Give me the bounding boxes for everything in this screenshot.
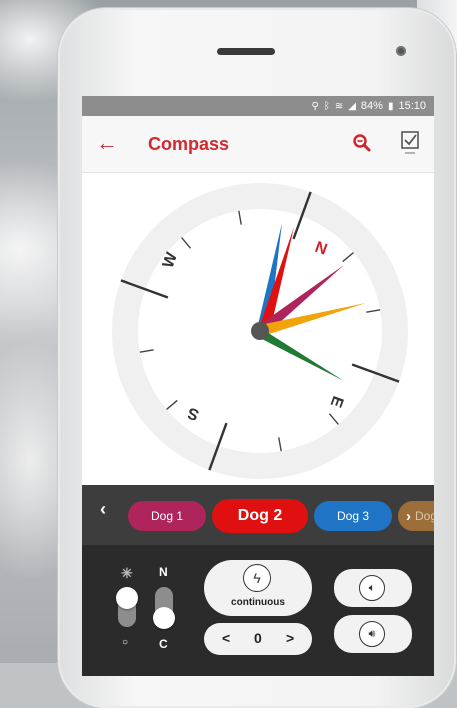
tone-button-2[interactable]: 🔊︎ (334, 615, 412, 653)
light-toggle-knob[interactable] (116, 587, 138, 609)
light-toggle[interactable] (116, 587, 138, 627)
dog-tab-label: Dog 2 (237, 507, 283, 524)
level-decrease-button[interactable]: < (222, 630, 230, 646)
app-bar: ← Compass (82, 116, 434, 173)
checklist-icon[interactable] (400, 130, 420, 156)
speaker-icon: 🔈︎ (359, 575, 385, 601)
stimulation-mode-button[interactable]: ϟ continuous (204, 560, 312, 616)
location-icon: ⚲ (311, 100, 319, 112)
dog-tab-3[interactable]: Dog 3 (314, 501, 392, 531)
status-bar: ⚲ ᛒ ≋ ◢ 84% ▮ 15:10 (82, 96, 434, 116)
light-icon: ✳ (121, 565, 133, 581)
mode-n-label: N (159, 565, 168, 579)
speaker-loud-icon: 🔊︎ (359, 621, 385, 647)
mode-toggle[interactable] (153, 587, 175, 629)
mode-toggle-knob[interactable] (153, 607, 175, 629)
light-off-label: ○ (122, 637, 129, 648)
lightning-icon: ϟ (243, 564, 271, 592)
compass-dial: N E S W (112, 183, 408, 479)
signal-icon: ◢ (348, 100, 356, 112)
level-value: 0 (254, 630, 262, 646)
bluetooth-icon: ᛒ (323, 100, 330, 112)
prev-dog-arrow[interactable]: ‹ (100, 499, 106, 520)
dog-tab-4[interactable]: › Dog (398, 501, 434, 531)
mode-c-label: C (159, 637, 168, 651)
dog-tab-label: Dog 3 (336, 509, 370, 523)
dog-tab-2[interactable]: Dog 2 (212, 499, 308, 533)
battery-percent: 84% (360, 100, 383, 112)
wifi-icon: ≋ (334, 100, 344, 112)
phone-speaker (217, 48, 275, 55)
level-stepper[interactable]: < 0 > (204, 623, 312, 655)
dog-tab-label: Dog (415, 509, 434, 523)
compass-center (251, 322, 269, 340)
stimulation-mode-label: continuous (231, 597, 285, 608)
dog-selector: ‹ Dog 1 Dog 2 Dog 3 › Dog (82, 485, 434, 545)
phone-camera (396, 46, 406, 56)
page-title: Compass (148, 134, 230, 154)
dog-tab-1[interactable]: Dog 1 (128, 501, 206, 531)
back-arrow-icon[interactable]: ← (96, 130, 118, 156)
compass-view: N E S W (82, 173, 434, 485)
control-panel: ✳ ○ N C ϟ continuous < 0 > 🔈︎ 🔊︎ (82, 545, 434, 676)
level-increase-button[interactable]: > (286, 630, 294, 646)
dog-tab-label: Dog 1 (150, 509, 184, 523)
next-dog-arrow[interactable]: › (406, 508, 411, 525)
phone-screen: ⚲ ᛒ ≋ ◢ 84% ▮ 15:10 ← Compass N E S W ‹ … (82, 96, 434, 676)
status-time: 15:10 (398, 100, 426, 112)
zoom-icon[interactable] (352, 133, 372, 153)
tone-button-1[interactable]: 🔈︎ (334, 569, 412, 607)
battery-icon: ▮ (387, 100, 394, 112)
